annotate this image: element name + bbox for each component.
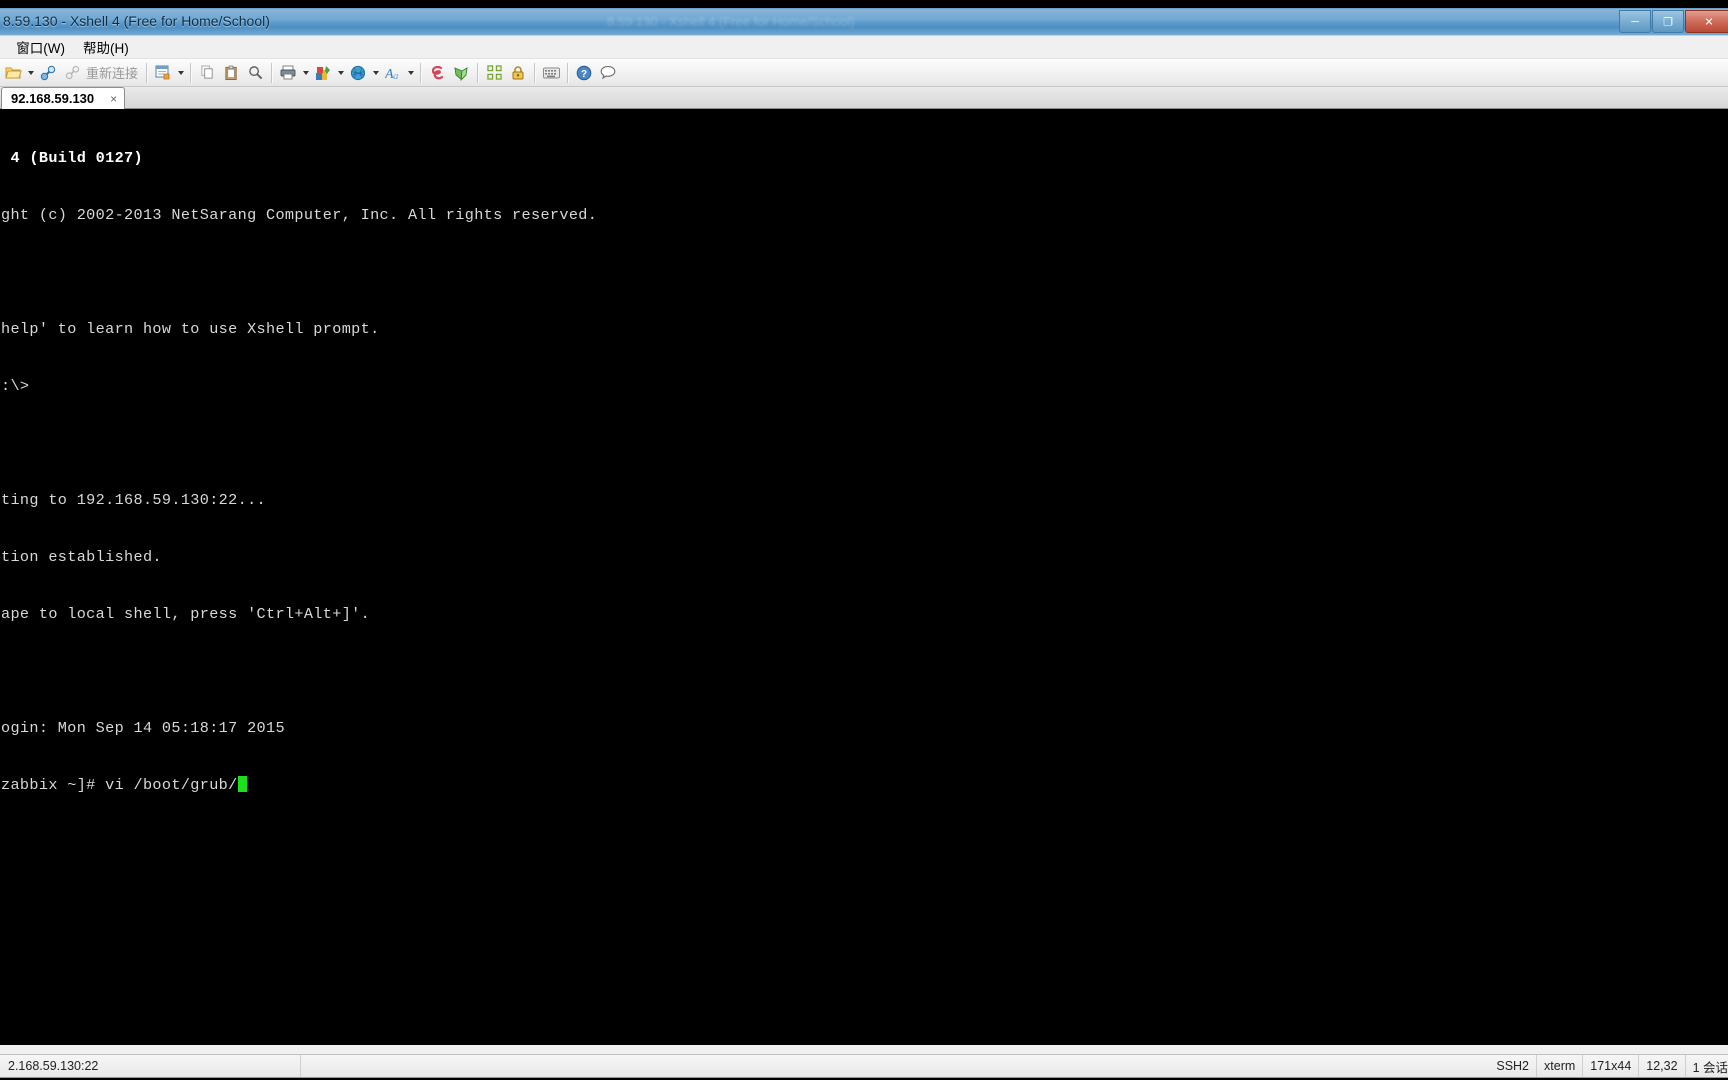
- statusbar: 2.168.59.130:22 SSH2 xterm 171x44 12,32 …: [0, 1054, 1728, 1077]
- chat-bubble-glyph: [600, 65, 616, 80]
- ftp-glyph: [454, 66, 468, 81]
- tab-close-icon[interactable]: ×: [110, 93, 117, 105]
- plug-glyph: [40, 65, 56, 80]
- printer-glyph: [280, 65, 296, 80]
- toolbar: 重新连接 A a ?: [0, 59, 1728, 87]
- find-icon[interactable]: [243, 61, 267, 85]
- close-button[interactable]: ✕: [1685, 10, 1728, 33]
- toolbar-separator: [190, 62, 192, 83]
- terminal-line: :\>: [1, 377, 30, 395]
- lock-glyph: [512, 66, 524, 80]
- lock-icon[interactable]: [506, 61, 530, 85]
- toolbar-separator: [420, 62, 422, 83]
- terminal-line: ape to local shell, press 'Ctrl+Alt+]'.: [1, 605, 371, 623]
- keyboard-icon[interactable]: [539, 61, 563, 85]
- svg-text:?: ?: [581, 69, 587, 80]
- status-terminal-size: 171x44: [1583, 1055, 1640, 1077]
- toolbar-separator: [146, 62, 148, 83]
- toolbar-separator: [477, 62, 479, 83]
- print-icon[interactable]: [276, 61, 300, 85]
- reconnect-icon: [60, 61, 84, 85]
- menu-help[interactable]: 帮助(H): [74, 35, 138, 60]
- toolbar-separator: [271, 62, 273, 83]
- help-glyph: ?: [576, 65, 592, 80]
- toolbar-separator: [534, 62, 536, 83]
- status-session-count: 1 会话: [1692, 1060, 1728, 1075]
- globe-dropdown-arrow[interactable]: [370, 61, 381, 85]
- font-glyph: A a: [385, 67, 399, 81]
- close-icon: ✕: [1704, 16, 1714, 28]
- fullscreen-glyph: [486, 65, 502, 80]
- session-glyph: [155, 65, 170, 80]
- terminal-line: ting to 192.168.59.130:22...: [1, 491, 266, 509]
- session-tab-label: 92.168.59.130: [11, 91, 95, 106]
- new-connection-icon[interactable]: [36, 61, 60, 85]
- session-manager-icon[interactable]: [151, 61, 175, 85]
- log-glyph: [316, 65, 331, 80]
- open-folder-icon[interactable]: [1, 61, 25, 85]
- paste-glyph: [224, 65, 237, 80]
- reconnect-label: 重新连接: [86, 66, 139, 81]
- copy-icon[interactable]: [195, 61, 219, 85]
- keyboard-glyph: [542, 67, 560, 78]
- fullscreen-icon[interactable]: [482, 61, 506, 85]
- copy-glyph: [200, 65, 213, 79]
- terminal-prompt-text: zabbix ~]# vi /boot/grub/: [1, 776, 238, 794]
- terminal-line: ght (c) 2002-2013 NetSarang Computer, In…: [1, 206, 598, 224]
- terminal-line: tion established.: [1, 548, 162, 566]
- status-protocol: SSH2: [1489, 1055, 1538, 1077]
- menu-window[interactable]: 窗口(W): [7, 35, 74, 60]
- print-dropdown-arrow[interactable]: [300, 61, 311, 85]
- terminal-line: ogin: Mon Sep 14 05:18:17 2015: [1, 719, 285, 737]
- screen: 8.59.130 - Xshell 4 (Free for Home/Schoo…: [0, 0, 1728, 1080]
- toolbar-separator: [567, 62, 569, 83]
- paste-icon[interactable]: [219, 61, 243, 85]
- globe-icon[interactable]: [346, 61, 370, 85]
- sftp-glyph: [431, 65, 444, 79]
- svg-text:a: a: [393, 70, 399, 81]
- terminal-pane[interactable]: 4 (Build 0127) ght (c) 2002-2013 NetSara…: [0, 109, 1728, 1045]
- maximize-button[interactable]: ❐: [1652, 10, 1684, 33]
- status-terminal-type: xterm: [1537, 1055, 1584, 1077]
- titlebar-ghost-artifact: 8.59.130 - Xshell 4 (Free for Home/Schoo…: [607, 14, 855, 29]
- maximize-icon: ❐: [1663, 16, 1673, 28]
- status-cursor-position: 12,32: [1639, 1055, 1686, 1077]
- terminal-cursor: [237, 776, 247, 792]
- window-title: 8.59.130 - Xshell 4 (Free for Home/Schoo…: [3, 13, 270, 29]
- minimize-icon: ─: [1631, 15, 1639, 28]
- window-controls: ─ ❐ ✕: [1618, 10, 1728, 33]
- chat-icon[interactable]: [596, 61, 620, 85]
- session-tab[interactable]: 92.168.59.130 ×: [1, 87, 126, 109]
- globe-glyph: [350, 65, 366, 80]
- open-folder-glyph: [4, 67, 22, 79]
- font-dropdown-arrow[interactable]: [405, 61, 416, 85]
- help-icon[interactable]: ?: [572, 61, 596, 85]
- window-titlebar[interactable]: 8.59.130 - Xshell 4 (Free for Home/Schoo…: [0, 9, 1728, 36]
- font-icon[interactable]: A a: [381, 61, 405, 85]
- statusbar-right-group: SSH2 xterm 171x44 12,32 1 会话: [1489, 1055, 1728, 1077]
- status-connection: 2.168.59.130:22: [1, 1055, 301, 1077]
- menu-tools[interactable]: 工具(T): [0, 35, 7, 60]
- log-dropdown-arrow[interactable]: [335, 61, 346, 85]
- terminal-prompt-line: zabbix ~]# vi /boot/grub/: [1, 776, 1728, 795]
- tabstrip: 92.168.59.130 ×: [0, 87, 1728, 109]
- terminal-output: 4 (Build 0127) ght (c) 2002-2013 NetSara…: [1, 111, 1728, 833]
- log-icon[interactable]: [311, 61, 335, 85]
- xshell-window: 8.59.130 - Xshell 4 (Free for Home/Schoo…: [0, 8, 1728, 1078]
- reconnect-glyph: [65, 65, 79, 80]
- terminal-line: 4 (Build 0127): [1, 149, 143, 167]
- sftp-icon[interactable]: [425, 61, 449, 85]
- terminal-line: help' to learn how to use Xshell prompt.: [1, 320, 380, 338]
- ftp-icon[interactable]: [449, 61, 473, 85]
- magnifier-glyph: [248, 66, 262, 80]
- session-manager-dropdown-arrow[interactable]: [175, 61, 186, 85]
- minimize-button[interactable]: ─: [1619, 10, 1651, 33]
- open-folder-dropdown-arrow[interactable]: [25, 61, 36, 85]
- menubar: 编辑(E) 查看(V) 工具(T) 窗口(W) 帮助(H): [0, 36, 1728, 59]
